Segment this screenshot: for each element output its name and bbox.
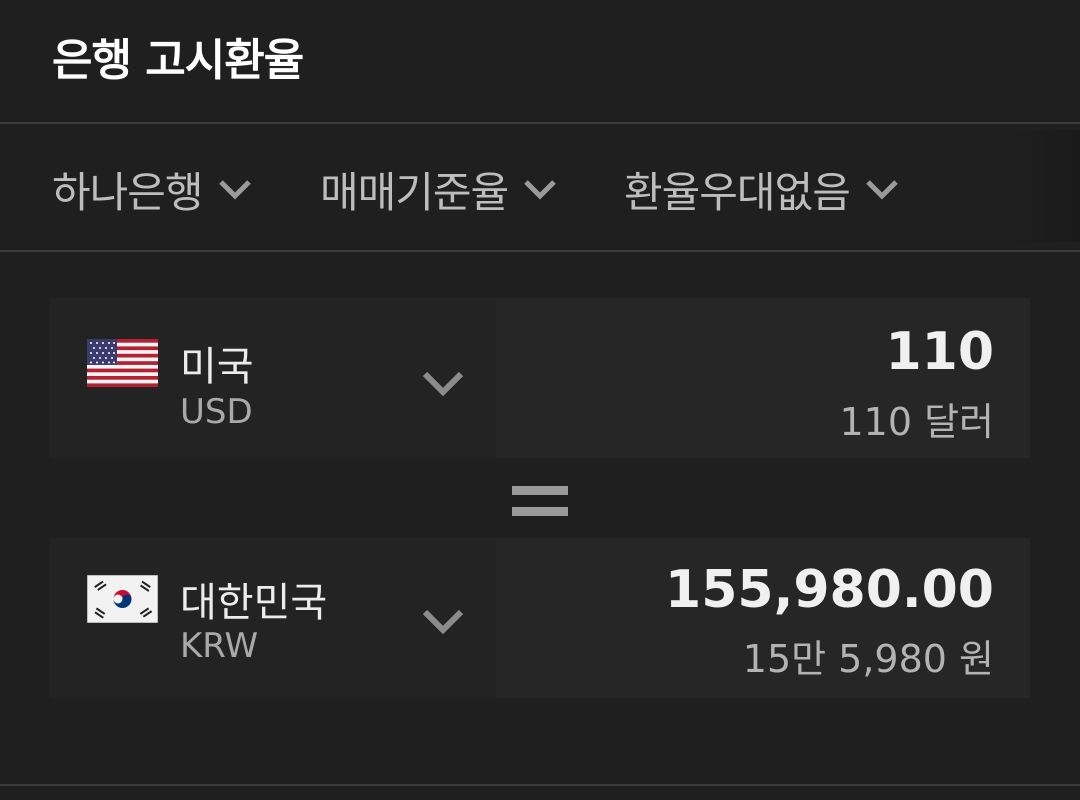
filter-scroll-fade — [1010, 130, 1080, 242]
rate-type-selector[interactable]: 매매기준율 — [320, 164, 558, 217]
from-country-name: 미국 — [180, 344, 254, 390]
from-amount-panel[interactable]: 110 110 달러 — [496, 298, 1030, 458]
from-amount-value: 110 — [885, 322, 994, 382]
us-flag-icon — [87, 339, 158, 387]
to-country-name: 대한민국 — [180, 580, 328, 626]
preferential-rate-selector[interactable]: 환율우대없음 — [624, 164, 900, 217]
filter-bar: 하나은행 매매기준율 환율우대없음 — [0, 124, 1080, 250]
chevron-down-icon — [218, 180, 251, 200]
equals-icon — [512, 486, 568, 516]
chevron-down-icon — [866, 180, 898, 200]
bank-selector[interactable]: 하나은행 — [52, 164, 253, 217]
bank-selector-label: 하나은행 — [52, 167, 204, 217]
to-amount-value: 155,980.00 — [665, 560, 994, 620]
to-amount-words: 15만 5,980 원 — [742, 637, 994, 681]
from-currency-code: USD — [180, 392, 253, 432]
bottom-divider — [0, 784, 1080, 786]
to-currency-code: KRW — [180, 626, 259, 666]
chevron-down-icon — [524, 180, 556, 200]
from-amount-words: 110 달러 — [839, 400, 994, 444]
page-title: 은행 고시환율 — [52, 35, 304, 86]
kr-flag-icon — [87, 575, 158, 623]
to-amount-panel[interactable]: 155,980.00 15만 5,980 원 — [496, 538, 1030, 698]
rate-type-label: 매매기준율 — [320, 167, 509, 217]
preferential-rate-label: 환율우대없음 — [624, 167, 851, 217]
filter-divider — [0, 250, 1080, 252]
chevron-down-icon[interactable] — [420, 606, 466, 636]
header: 은행 고시환율 — [0, 0, 1080, 122]
to-currency-card: 대한민국 KRW 155,980.00 15만 5,980 원 — [50, 538, 1030, 698]
chevron-down-icon[interactable] — [420, 368, 466, 398]
from-currency-card: 미국 USD 110 110 달러 — [50, 298, 1030, 458]
